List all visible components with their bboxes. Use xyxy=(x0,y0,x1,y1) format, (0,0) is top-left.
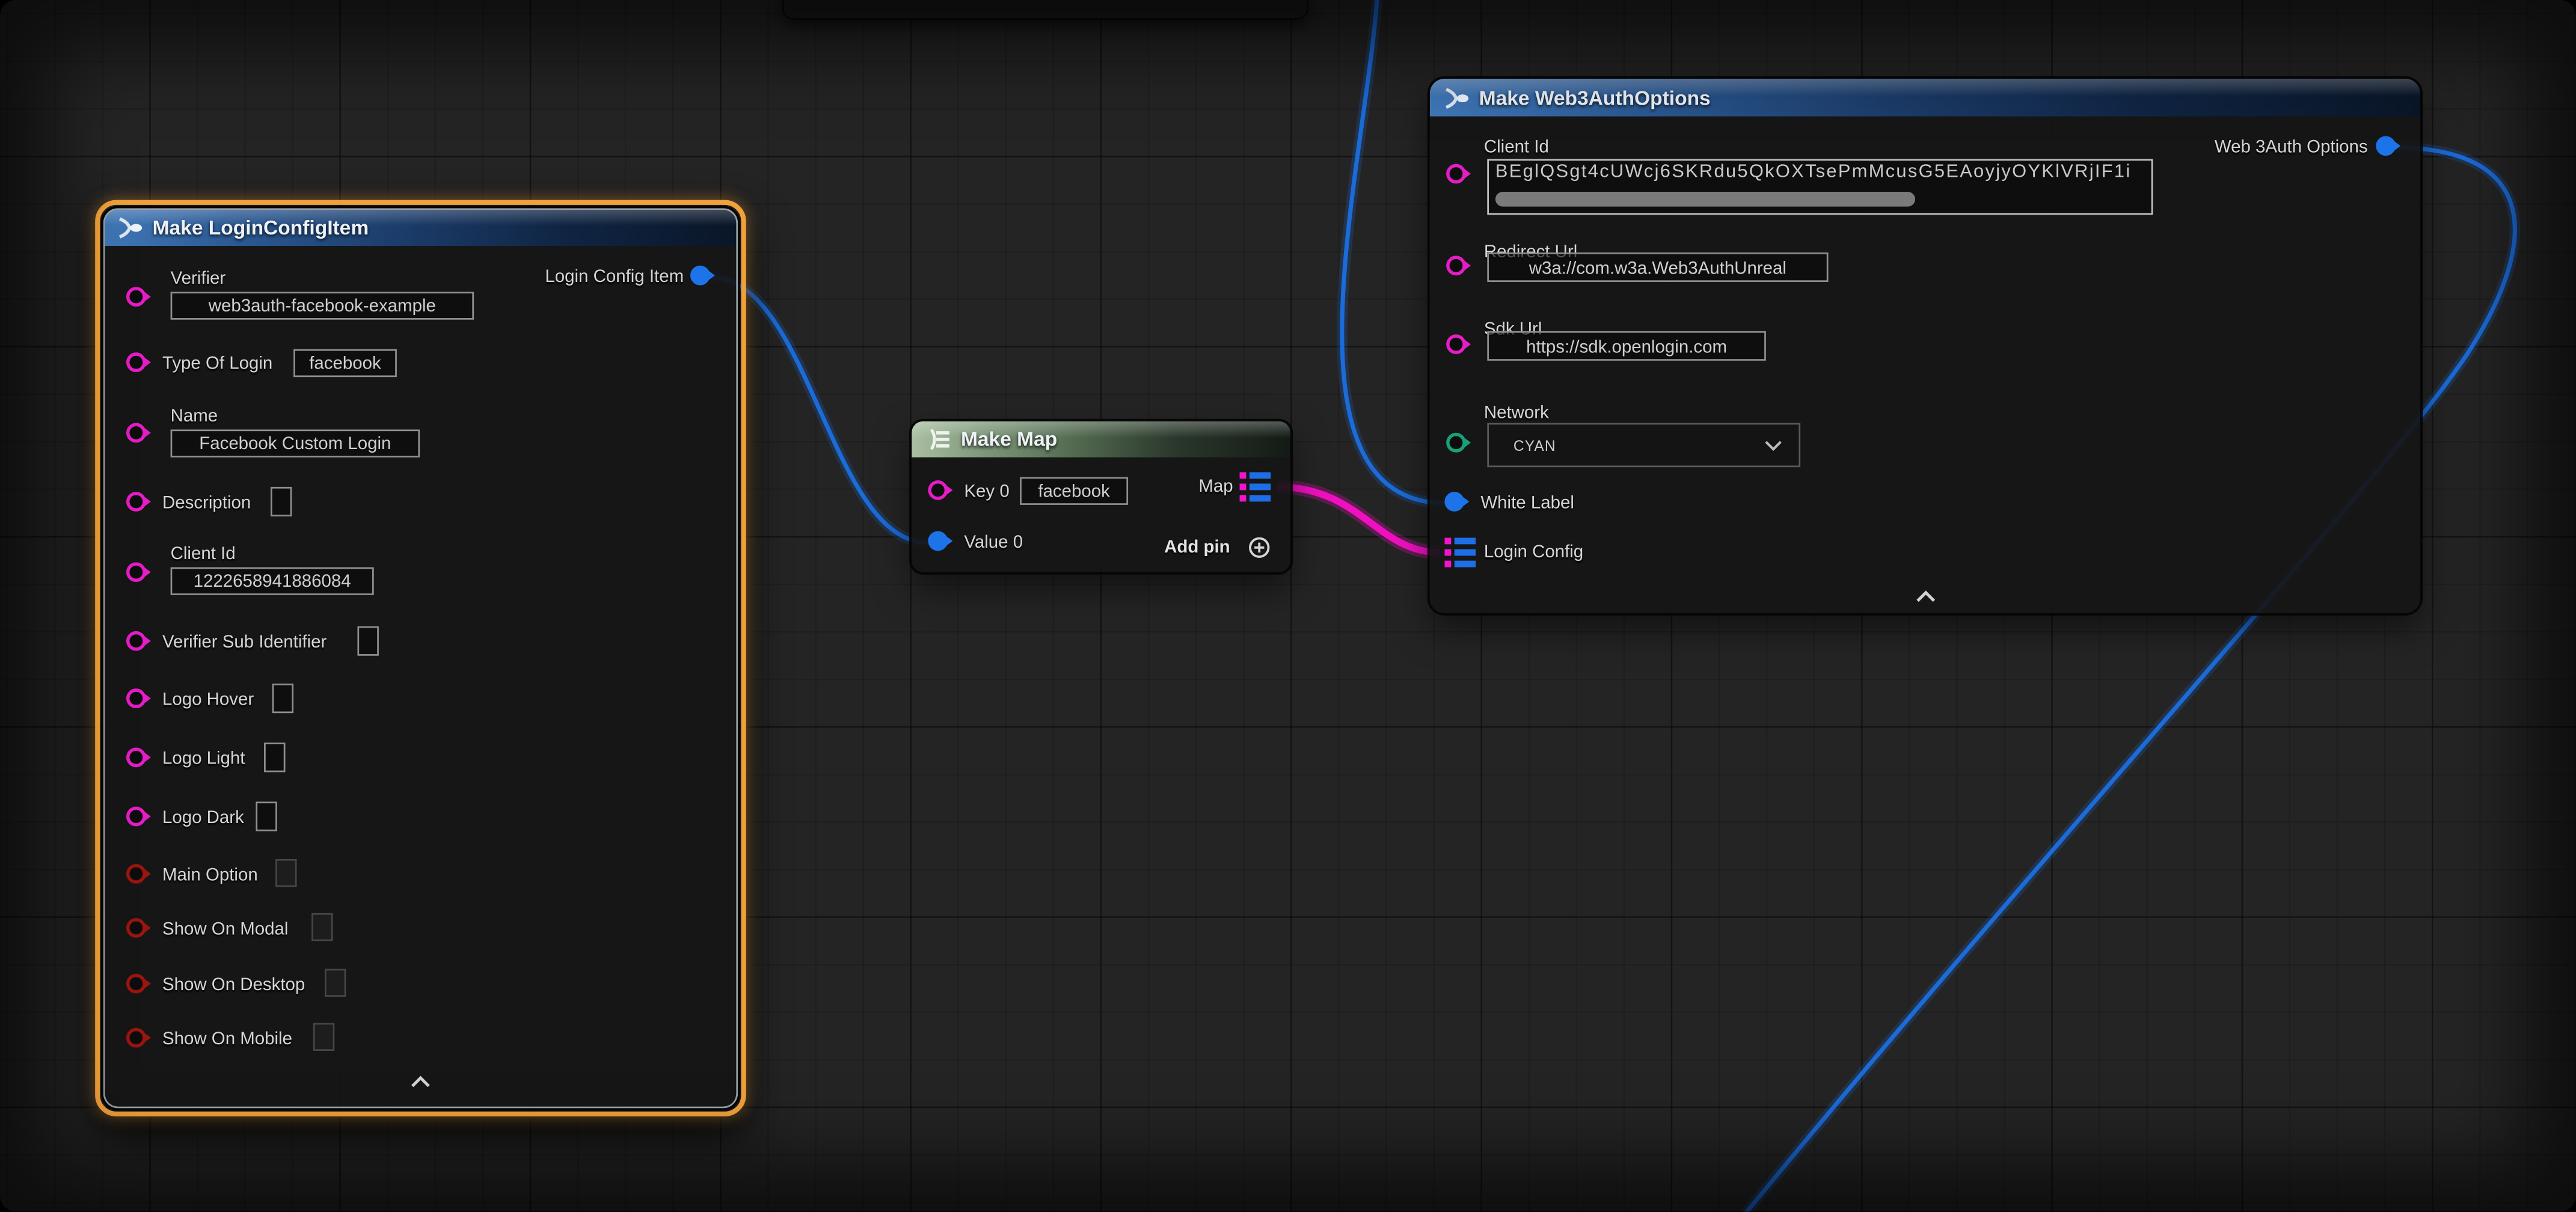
node-make-map[interactable]: Make Map Key 0 facebook Value 0 Map Add … xyxy=(912,421,1290,572)
text-input-logo-light[interactable] xyxy=(264,742,285,772)
add-pin-label[interactable]: Add pin xyxy=(1164,537,1230,557)
wire-loginconfigitem-to-value0[interactable] xyxy=(710,277,928,543)
chevron-down-icon xyxy=(1764,439,1782,451)
text-input-name[interactable]: Facebook Custom Login xyxy=(171,429,420,457)
node-header-make-loginconfigitem[interactable]: Make LoginConfigItem xyxy=(103,208,738,246)
field-label-show-on-modal: Show On Modal xyxy=(162,918,289,941)
node-make-web3authoptions[interactable]: Make Web3AuthOptions Web 3Auth Options C… xyxy=(1430,79,2420,613)
make-struct-icon xyxy=(1443,86,1470,109)
field-label-client-id: Client Id xyxy=(1484,136,1549,159)
text-input-logo-hover[interactable] xyxy=(272,684,293,713)
field-label-description: Description xyxy=(162,492,251,515)
input-pin-show-on-mobile[interactable] xyxy=(126,1028,146,1048)
input-pin-network[interactable] xyxy=(1446,433,1466,453)
network-dropdown[interactable]: CYAN xyxy=(1487,423,1800,468)
field-label-login-config: Login Config xyxy=(1484,541,1583,564)
field-label-logo-hover: Logo Hover xyxy=(162,688,254,711)
checkbox-show-on-modal[interactable] xyxy=(311,913,333,941)
text-input-client-id[interactable]: BEglQSgt4cUWcj6SKRdu5QkOXTsePmMcusG5EAoy… xyxy=(1487,159,2153,215)
node-make-loginconfigitem[interactable]: Make LoginConfigItem Login Config Item V… xyxy=(103,208,738,1108)
add-pin-icon[interactable] xyxy=(1248,536,1271,559)
text-input-logo-dark[interactable] xyxy=(256,801,277,831)
output-pin-login-config-item[interactable] xyxy=(690,266,710,286)
field-label-white-label: White Label xyxy=(1480,492,1574,515)
input-pin-logo-hover[interactable] xyxy=(126,688,146,708)
node-header-make-map[interactable]: Make Map xyxy=(912,421,1290,458)
graph-grid-canvas[interactable]: Make LoginConfigItem Login Config Item V… xyxy=(0,0,2576,1211)
field-label-logo-light: Logo Light xyxy=(162,747,245,770)
collapse-chevron-icon[interactable] xyxy=(1915,590,1936,604)
input-pin-show-on-desktop[interactable] xyxy=(126,974,146,994)
output-pin-label-map: Map xyxy=(1168,476,1233,498)
text-input-description[interactable] xyxy=(271,487,292,516)
node-title: Make Map xyxy=(961,428,1057,451)
field-label-name: Name xyxy=(171,405,218,428)
field-label-value0: Value 0 xyxy=(964,531,1023,554)
field-label-main-option: Main Option xyxy=(162,864,258,887)
input-pin-sdk-url[interactable] xyxy=(1446,334,1466,354)
field-label-key0: Key 0 xyxy=(964,480,1009,503)
input-pin-main-option[interactable] xyxy=(126,864,146,884)
field-label-network: Network xyxy=(1484,402,1549,424)
checkbox-show-on-desktop[interactable] xyxy=(325,969,346,997)
input-pin-redirect-url[interactable] xyxy=(1446,256,1466,275)
map-pin-icon[interactable] xyxy=(1240,472,1271,501)
input-pin-login-config-map-icon[interactable] xyxy=(1444,537,1476,567)
text-input-key0[interactable]: facebook xyxy=(1020,477,1128,505)
input-pin-description[interactable] xyxy=(126,492,146,512)
input-pin-show-on-modal[interactable] xyxy=(126,918,146,938)
field-label-verifier-sub-identifier: Verifier Sub Identifier xyxy=(162,631,327,654)
make-struct-icon xyxy=(117,216,143,239)
field-label-show-on-mobile: Show On Mobile xyxy=(162,1028,292,1051)
text-input-sdk-url[interactable]: https://sdk.openlogin.com xyxy=(1487,331,1766,361)
input-pin-white-label[interactable] xyxy=(1444,492,1464,512)
text-input-verifier-sub-identifier[interactable] xyxy=(357,626,378,656)
text-input-type-of-login[interactable]: facebook xyxy=(293,349,397,377)
node-title: Make LoginConfigItem xyxy=(153,216,369,239)
checkbox-main-option[interactable] xyxy=(275,859,296,887)
output-pin-label: Web 3Auth Options xyxy=(2171,136,2367,159)
blueprint-graph-viewport[interactable]: Make LoginConfigItem Login Config Item V… xyxy=(0,0,2576,1211)
input-pin-name[interactable] xyxy=(126,423,146,443)
output-pin-label: Login Config Item xyxy=(520,266,684,289)
input-pin-verifier[interactable] xyxy=(126,287,146,307)
checkbox-show-on-mobile[interactable] xyxy=(313,1023,334,1051)
field-label-show-on-desktop: Show On Desktop xyxy=(162,974,305,997)
input-pin-client-id[interactable] xyxy=(126,562,146,582)
network-selected-value: CYAN xyxy=(1513,437,1556,453)
field-label-verifier: Verifier xyxy=(171,267,226,290)
input-pin-client-id[interactable] xyxy=(1446,164,1466,184)
input-pin-key0[interactable] xyxy=(928,480,948,500)
text-input-redirect-url[interactable]: w3a://com.w3a.Web3AuthUnreal xyxy=(1487,252,1828,282)
collapse-chevron-icon[interactable] xyxy=(410,1076,431,1089)
node-header-make-web3authoptions[interactable]: Make Web3AuthOptions xyxy=(1430,79,2420,117)
field-label-client-id: Client Id xyxy=(171,543,236,566)
input-pin-logo-dark[interactable] xyxy=(126,807,146,827)
text-input-client-id[interactable]: 1222658941886084 xyxy=(171,568,374,595)
input-pin-verifier-sub-identifier[interactable] xyxy=(126,631,146,651)
output-pin-web3auth-options[interactable] xyxy=(2376,136,2396,156)
field-label-type-of-login: Type Of Login xyxy=(162,352,272,375)
input-pin-logo-light[interactable] xyxy=(126,747,146,767)
field-label-logo-dark: Logo Dark xyxy=(162,807,244,830)
input-pin-value0[interactable] xyxy=(928,531,948,551)
node-title: Make Web3AuthOptions xyxy=(1479,86,1711,109)
partial-node-top-edge[interactable] xyxy=(782,0,1308,20)
make-map-icon xyxy=(925,428,951,451)
input-pin-type-of-login[interactable] xyxy=(126,352,146,372)
text-input-verifier[interactable]: web3auth-facebook-example xyxy=(171,292,474,319)
horizontal-scrollbar[interactable] xyxy=(1495,192,1915,207)
